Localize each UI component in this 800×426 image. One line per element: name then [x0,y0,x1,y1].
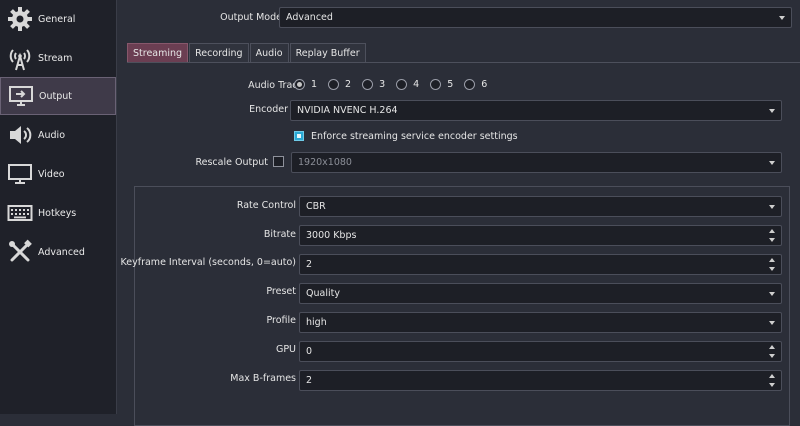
sidebar-item-label: Output [39,90,72,102]
output-mode-select[interactable]: Advanced [279,7,792,28]
keyframe-interval-label: Keyframe Interval (seconds, 0=auto) [120,257,296,268]
rescale-resolution-value: 1920x1080 [298,157,352,168]
rescale-output-label: Rescale Output [195,157,268,168]
chevron-down-icon [769,321,775,325]
sidebar-item-video[interactable]: Video [0,155,116,193]
chevron-down-icon [769,161,775,165]
spin-up-icon[interactable] [769,345,775,349]
sidebar-item-label: Audio [38,129,66,141]
chevron-down-icon [769,292,775,296]
bitrate-spinbox[interactable]: 3000 Kbps [299,225,782,246]
speaker-icon [6,121,34,149]
preset-select[interactable]: Quality [299,283,782,304]
chevron-down-icon [769,205,775,209]
bitrate-value: 3000 Kbps [306,230,357,241]
spin-down-icon[interactable] [769,354,775,358]
rate-control-label: Rate Control [236,200,296,211]
profile-value: high [306,317,327,328]
max-b-frames-value: 2 [306,375,313,386]
bitrate-label: Bitrate [263,229,296,240]
rescale-resolution-select[interactable]: 1920x1080 [291,152,782,173]
spin-down-icon[interactable] [769,238,775,242]
audio-track-radio-4[interactable] [396,78,408,90]
sidebar-item-label: Advanced [38,246,85,258]
gpu-value: 0 [306,346,313,357]
tab-replay-buffer[interactable]: Replay Buffer [289,43,366,63]
preset-value: Quality [306,288,340,299]
enforce-encoder-label: Enforce streaming service encoder settin… [311,131,518,142]
encoder-label: Encoder [249,104,288,115]
rescale-output-checkbox[interactable] [273,156,284,167]
monitor-icon [6,160,34,188]
monitor-output-icon [7,82,35,110]
gpu-label: GPU [275,344,296,355]
broadcast-icon [6,44,34,72]
rate-control-select[interactable]: CBR [299,196,782,217]
tab-streaming[interactable]: Streaming [127,43,189,63]
chevron-down-icon [769,109,775,113]
settings-sidebar: General Stream Output Audio Video Hotkey… [0,0,117,414]
tab-audio[interactable]: Audio [249,43,289,63]
spin-up-icon[interactable] [769,229,775,233]
preset-label: Preset [266,286,296,297]
encoder-value: NVIDIA NVENC H.264 [297,105,398,116]
sidebar-item-audio[interactable]: Audio [0,116,116,154]
keyframe-interval-spinbox[interactable]: 2 [299,254,782,275]
spin-up-icon[interactable] [769,258,775,262]
enforce-encoder-checkbox[interactable] [294,131,304,141]
encoder-select[interactable]: NVIDIA NVENC H.264 [290,100,782,121]
sidebar-item-label: Hotkeys [38,207,77,219]
output-mode-value: Advanced [286,12,333,23]
audio-track-radio-1[interactable] [294,78,305,90]
rate-control-value: CBR [306,201,326,212]
output-tabs: Streaming Recording Audio Replay Buffer [127,43,367,63]
audio-track-radio-5[interactable] [430,78,442,90]
audio-track-radio-2[interactable] [328,78,340,90]
sidebar-item-advanced[interactable]: Advanced [0,233,116,271]
tab-recording[interactable]: Recording [189,43,249,63]
sidebar-item-label: Stream [38,52,73,64]
audio-track-radios: 1 2 3 4 5 6 [294,77,498,91]
sidebar-item-label: Video [38,168,65,180]
max-b-frames-label: Max B-frames [230,373,296,384]
spin-down-icon[interactable] [769,383,775,387]
tab-divider [127,62,800,63]
output-mode-label: Output Mode [220,12,282,23]
profile-select[interactable]: high [299,312,782,333]
chevron-down-icon [779,16,785,20]
settings-content: Output Mode Advanced Streaming Recording… [118,0,800,426]
sidebar-item-stream[interactable]: Stream [0,39,116,77]
gpu-spinbox[interactable]: 0 [299,341,782,362]
max-b-frames-spinbox[interactable]: 2 [299,370,782,391]
tools-icon [6,238,34,266]
sidebar-item-general[interactable]: General [0,0,116,38]
spin-down-icon[interactable] [769,267,775,271]
sidebar-item-output[interactable]: Output [0,77,116,115]
audio-track-radio-6[interactable] [464,78,476,90]
sidebar-item-hotkeys[interactable]: Hotkeys [0,194,116,232]
audio-track-radio-3[interactable] [362,78,374,90]
keyframe-interval-value: 2 [306,259,313,270]
gear-icon [6,5,34,33]
sidebar-item-label: General [38,13,76,25]
spin-up-icon[interactable] [769,374,775,378]
profile-label: Profile [266,315,296,326]
keyboard-icon [6,199,34,227]
